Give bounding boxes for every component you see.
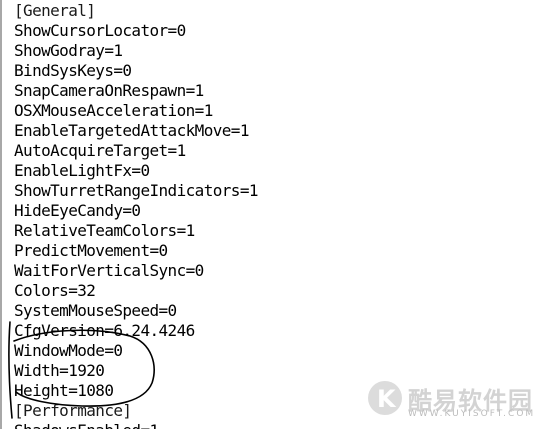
config-line-section-performance: [Performance]: [14, 401, 132, 420]
config-line-osx-mouse-acceleration: OSXMouseAcceleration=1: [14, 101, 213, 120]
config-line-section-general: [General]: [14, 1, 96, 20]
config-line-width: Width=1920: [14, 361, 105, 380]
config-line-wait-for-vertical-sync: WaitForVerticalSync=0: [14, 261, 204, 280]
config-line-system-mouse-speed: SystemMouseSpeed=0: [14, 301, 177, 320]
config-line-show-turret-range-indicators: ShowTurretRangeIndicators=1: [14, 181, 258, 200]
config-line-show-cursor-locator: ShowCursorLocator=0: [14, 21, 186, 40]
notepad-window: [General] ShowCursorLocator=0 ShowGodray…: [0, 0, 554, 429]
config-line-bind-sys-keys: BindSysKeys=0: [14, 61, 132, 80]
config-line-enable-light-fx: EnableLightFx=0: [14, 161, 150, 180]
config-line-enable-targeted-attack-move: EnableTargetedAttackMove=1: [14, 121, 249, 140]
annotation-left-stroke: [8, 321, 13, 419]
config-line-predict-movement: PredictMovement=0: [14, 241, 168, 260]
config-line-cfg-version: CfgVersion=6.24.4246: [14, 321, 195, 340]
config-line-relative-team-colors: RelativeTeamColors=1: [14, 221, 195, 240]
config-line-hide-eye-candy: HideEyeCandy=0: [14, 201, 141, 220]
config-line-window-mode: WindowMode=0: [14, 341, 123, 360]
config-line-height: Height=1080: [14, 381, 114, 400]
config-line-shadows-enabled: ShadowsEnabled=1: [14, 421, 554, 429]
config-line-snap-camera-on-respawn: SnapCameraOnRespawn=1: [14, 81, 204, 100]
config-line-auto-acquire-target: AutoAcquireTarget=1: [14, 141, 186, 160]
config-line-show-godray: ShowGodray=1: [14, 41, 123, 60]
text-editor-area[interactable]: [General] ShowCursorLocator=0 ShowGodray…: [14, 1, 554, 429]
config-line-colors: Colors=32: [14, 281, 96, 300]
